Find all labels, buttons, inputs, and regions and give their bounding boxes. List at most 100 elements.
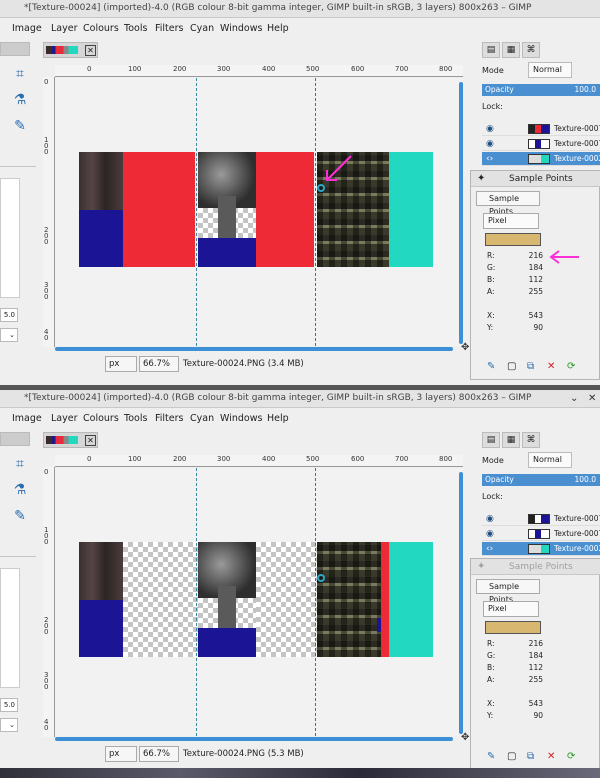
pixel-mode-select[interactable]: Pixel [483, 601, 539, 617]
zoom-select[interactable]: 66.7% [139, 746, 179, 762]
unit-select[interactable]: px [105, 356, 137, 372]
close-tab-icon[interactable]: ✕ [85, 435, 96, 446]
navigate-icon[interactable]: ✥ [461, 732, 469, 743]
menu-tools[interactable]: Tools [124, 23, 147, 34]
navigate-icon[interactable]: ✥ [461, 342, 469, 353]
clone-tool-icon[interactable]: ⚗ [10, 90, 30, 110]
horizontal-scrollbar[interactable] [55, 347, 453, 351]
opacity-slider[interactable]: Opacity 100.0 [482, 474, 600, 486]
menu-windows[interactable]: Windows [220, 23, 262, 34]
channels-tab-icon[interactable]: ▦ [502, 42, 520, 58]
visibility-eye-icon[interactable]: ◉ [486, 137, 494, 151]
image-canvas[interactable] [55, 78, 463, 346]
menu-windows[interactable]: Windows [220, 413, 262, 424]
pixel-mode-select[interactable]: Pixel [483, 213, 539, 229]
channels-tab-icon[interactable]: ▦ [502, 432, 520, 448]
pin-icon[interactable]: ✦ [477, 173, 485, 184]
paintbrush-tool-icon[interactable]: ✎ [10, 506, 30, 526]
menu-cyan[interactable]: Cyan [190, 23, 214, 34]
menu-tools[interactable]: Tools [124, 413, 147, 424]
visibility-eye-icon[interactable]: ‹› [486, 152, 493, 166]
menu-filters[interactable]: Filters [155, 23, 183, 34]
size-field[interactable]: 5.0 [0, 308, 18, 322]
edit-icon[interactable]: ✎ [487, 751, 495, 762]
dropdown-chevron-icon[interactable]: ⌄ [0, 328, 18, 342]
sample-point-marker-icon[interactable] [317, 574, 325, 582]
vertical-scrollbar[interactable] [459, 472, 463, 734]
paths-tab-icon[interactable]: ⌘ [522, 42, 540, 58]
sample-points-dialog: ✦ Sample Points Sample Points Pixel R: 2… [470, 558, 600, 770]
image-tab[interactable]: ✕ [43, 432, 98, 448]
mode-select[interactable]: Normal [528, 452, 572, 468]
layer-row-selected[interactable]: ‹› Texture-0002 [482, 542, 600, 556]
delete-icon[interactable]: ✕ [547, 751, 555, 762]
duplicate-icon[interactable]: ⧉ [527, 361, 534, 372]
menu-layer[interactable]: Layer [51, 23, 78, 34]
refresh-icon[interactable]: ⟳ [567, 361, 575, 372]
horizontal-scrollbar[interactable] [55, 737, 453, 741]
duplicate-icon[interactable]: ⧉ [527, 751, 534, 762]
menu-image[interactable]: Image [12, 413, 42, 424]
edit-icon[interactable]: ✎ [487, 361, 495, 372]
sample-points-tab[interactable]: Sample Points [476, 579, 540, 604]
visibility-eye-icon[interactable]: ◉ [486, 122, 494, 136]
opacity-slider[interactable]: Opacity 100.0 [482, 84, 600, 96]
layer-row[interactable]: ◉ Texture-0007 [482, 512, 600, 526]
menu-colours[interactable]: Colours [83, 413, 119, 424]
visibility-eye-icon[interactable]: ‹› [486, 542, 493, 556]
vertical-ruler: 0 1 0 0 2 0 0 3 0 0 4 0 [43, 77, 55, 347]
dropdown-chevron-icon[interactable]: ⌄ [0, 718, 18, 732]
mode-select[interactable]: Normal [528, 62, 572, 78]
menu-layer[interactable]: Layer [51, 413, 78, 424]
menu-cyan[interactable]: Cyan [190, 413, 214, 424]
delete-icon[interactable]: ✕ [547, 361, 555, 372]
refresh-icon[interactable]: ⟳ [567, 751, 575, 762]
clone-tool-icon[interactable]: ⚗ [10, 480, 30, 500]
guide-line[interactable] [315, 468, 316, 736]
sample-points-tab[interactable]: Sample Points [476, 191, 540, 216]
ruler-label: 400 [262, 455, 276, 463]
menu-colours[interactable]: Colours [83, 23, 119, 34]
a-value: 255 [528, 675, 543, 684]
paintbrush-tool-icon[interactable]: ✎ [10, 116, 30, 136]
ruler-label: 600 [351, 65, 365, 73]
toolbox-tab[interactable] [0, 42, 30, 56]
guide-line[interactable] [315, 78, 316, 346]
menu-help[interactable]: Help [267, 413, 289, 424]
toolbox-tab[interactable] [0, 432, 30, 446]
layer-row[interactable]: ◉ Texture-0007 [482, 527, 600, 541]
file-info: Texture-00024.PNG (3.4 MB) [183, 359, 304, 369]
menu-image[interactable]: Image [12, 23, 42, 34]
new-icon[interactable]: ▢ [507, 361, 516, 372]
layer-name: Texture-0002 [554, 544, 600, 553]
crop-tool-icon[interactable]: ⌗ [10, 454, 30, 474]
image-tab[interactable]: ✕ [43, 42, 98, 58]
unit-select[interactable]: px [105, 746, 137, 762]
minimize-icon[interactable]: ⌄ [570, 393, 578, 404]
layer-row[interactable]: ◉ Texture-0007 [482, 137, 600, 151]
layers-tab-icon[interactable]: ▤ [482, 432, 500, 448]
crop-tool-icon[interactable]: ⌗ [10, 64, 30, 84]
close-tab-icon[interactable]: ✕ [85, 45, 96, 56]
layers-tab-icon[interactable]: ▤ [482, 42, 500, 58]
size-field[interactable]: 5.0 [0, 698, 18, 712]
pin-icon[interactable]: ✦ [477, 561, 485, 572]
image-canvas[interactable] [55, 468, 463, 736]
vertical-scrollbar[interactable] [459, 82, 463, 344]
guide-line[interactable] [196, 78, 197, 346]
layer-row[interactable]: ◉ Texture-0007 [482, 122, 600, 136]
visibility-eye-icon[interactable]: ◉ [486, 527, 494, 541]
layer-row-selected[interactable]: ‹› Texture-0002 [482, 152, 600, 166]
close-window-icon[interactable]: ✕ [588, 393, 596, 404]
ruler-label: 3 0 0 [44, 281, 49, 301]
new-icon[interactable]: ▢ [507, 751, 516, 762]
menu-filters[interactable]: Filters [155, 413, 183, 424]
dialog-header[interactable]: ✦ Sample Points [471, 559, 600, 575]
visibility-eye-icon[interactable]: ◉ [486, 512, 494, 526]
paths-tab-icon[interactable]: ⌘ [522, 432, 540, 448]
dialog-header[interactable]: ✦ Sample Points [471, 171, 600, 187]
guide-line[interactable] [196, 468, 197, 736]
zoom-select[interactable]: 66.7% [139, 356, 179, 372]
horizontal-ruler: 0 100 200 300 400 500 600 700 800 [55, 455, 463, 467]
menu-help[interactable]: Help [267, 23, 289, 34]
